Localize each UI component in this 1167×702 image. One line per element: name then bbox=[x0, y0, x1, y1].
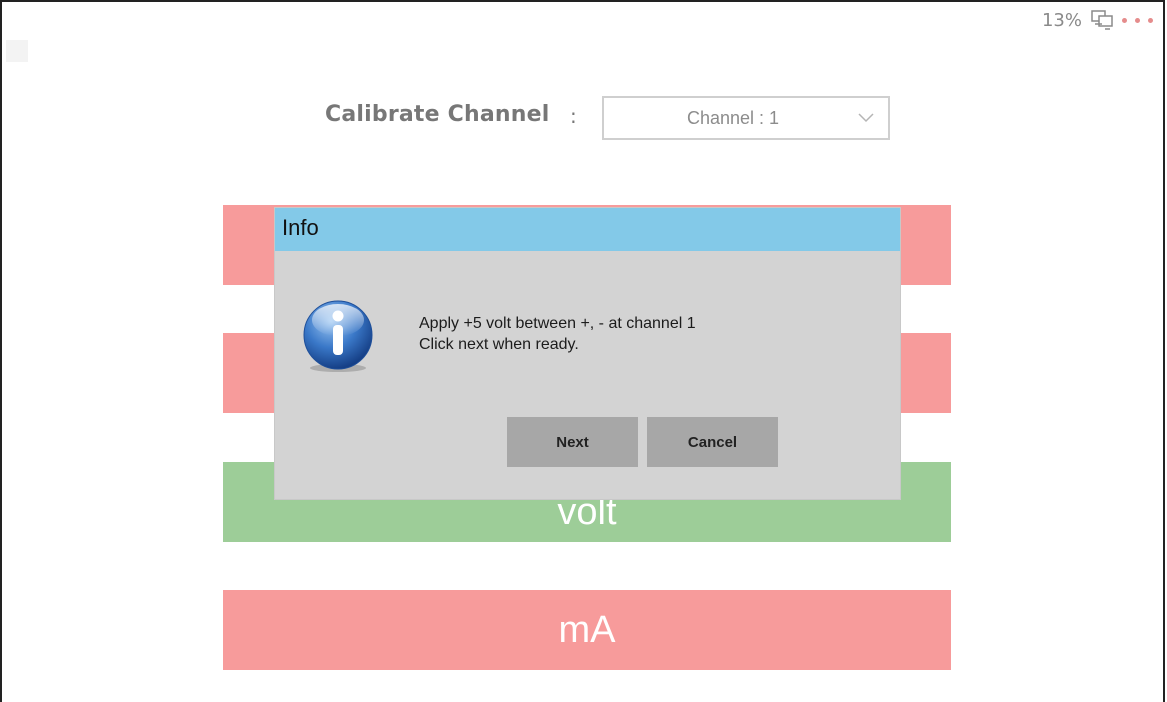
calibrate-separator: : bbox=[570, 104, 577, 128]
ma-button[interactable]: mA bbox=[223, 590, 951, 670]
more-dots-icon[interactable] bbox=[1122, 17, 1153, 23]
dialog-title: Info bbox=[275, 208, 900, 251]
dot-1 bbox=[1122, 17, 1127, 23]
dot-2 bbox=[1135, 17, 1140, 23]
message-line-2: Click next when ready. bbox=[419, 336, 579, 353]
next-button[interactable]: Next bbox=[507, 417, 638, 467]
channel-dropdown-value: Channel : 1 bbox=[686, 108, 780, 128]
battery-percent: 13% bbox=[1041, 9, 1082, 31]
channel-dropdown[interactable]: Channel : 1 bbox=[602, 96, 890, 140]
cancel-button[interactable]: Cancel bbox=[647, 417, 778, 467]
corner-placeholder bbox=[6, 40, 28, 62]
dialog-message: Apply +5 volt between +, - at channel 1 … bbox=[419, 313, 696, 355]
dot-3 bbox=[1148, 17, 1153, 23]
network-computer-icon bbox=[1090, 9, 1114, 31]
calibrate-channel-label: Calibrate Channel bbox=[325, 102, 550, 127]
message-line-1: Apply +5 volt between +, - at channel 1 bbox=[419, 315, 696, 332]
info-dialog: Info Apply +5 volt between +, - at chann… bbox=[275, 208, 900, 499]
info-icon bbox=[303, 300, 373, 372]
status-area: 13% bbox=[1042, 9, 1153, 31]
chevron-down-icon bbox=[858, 113, 874, 123]
